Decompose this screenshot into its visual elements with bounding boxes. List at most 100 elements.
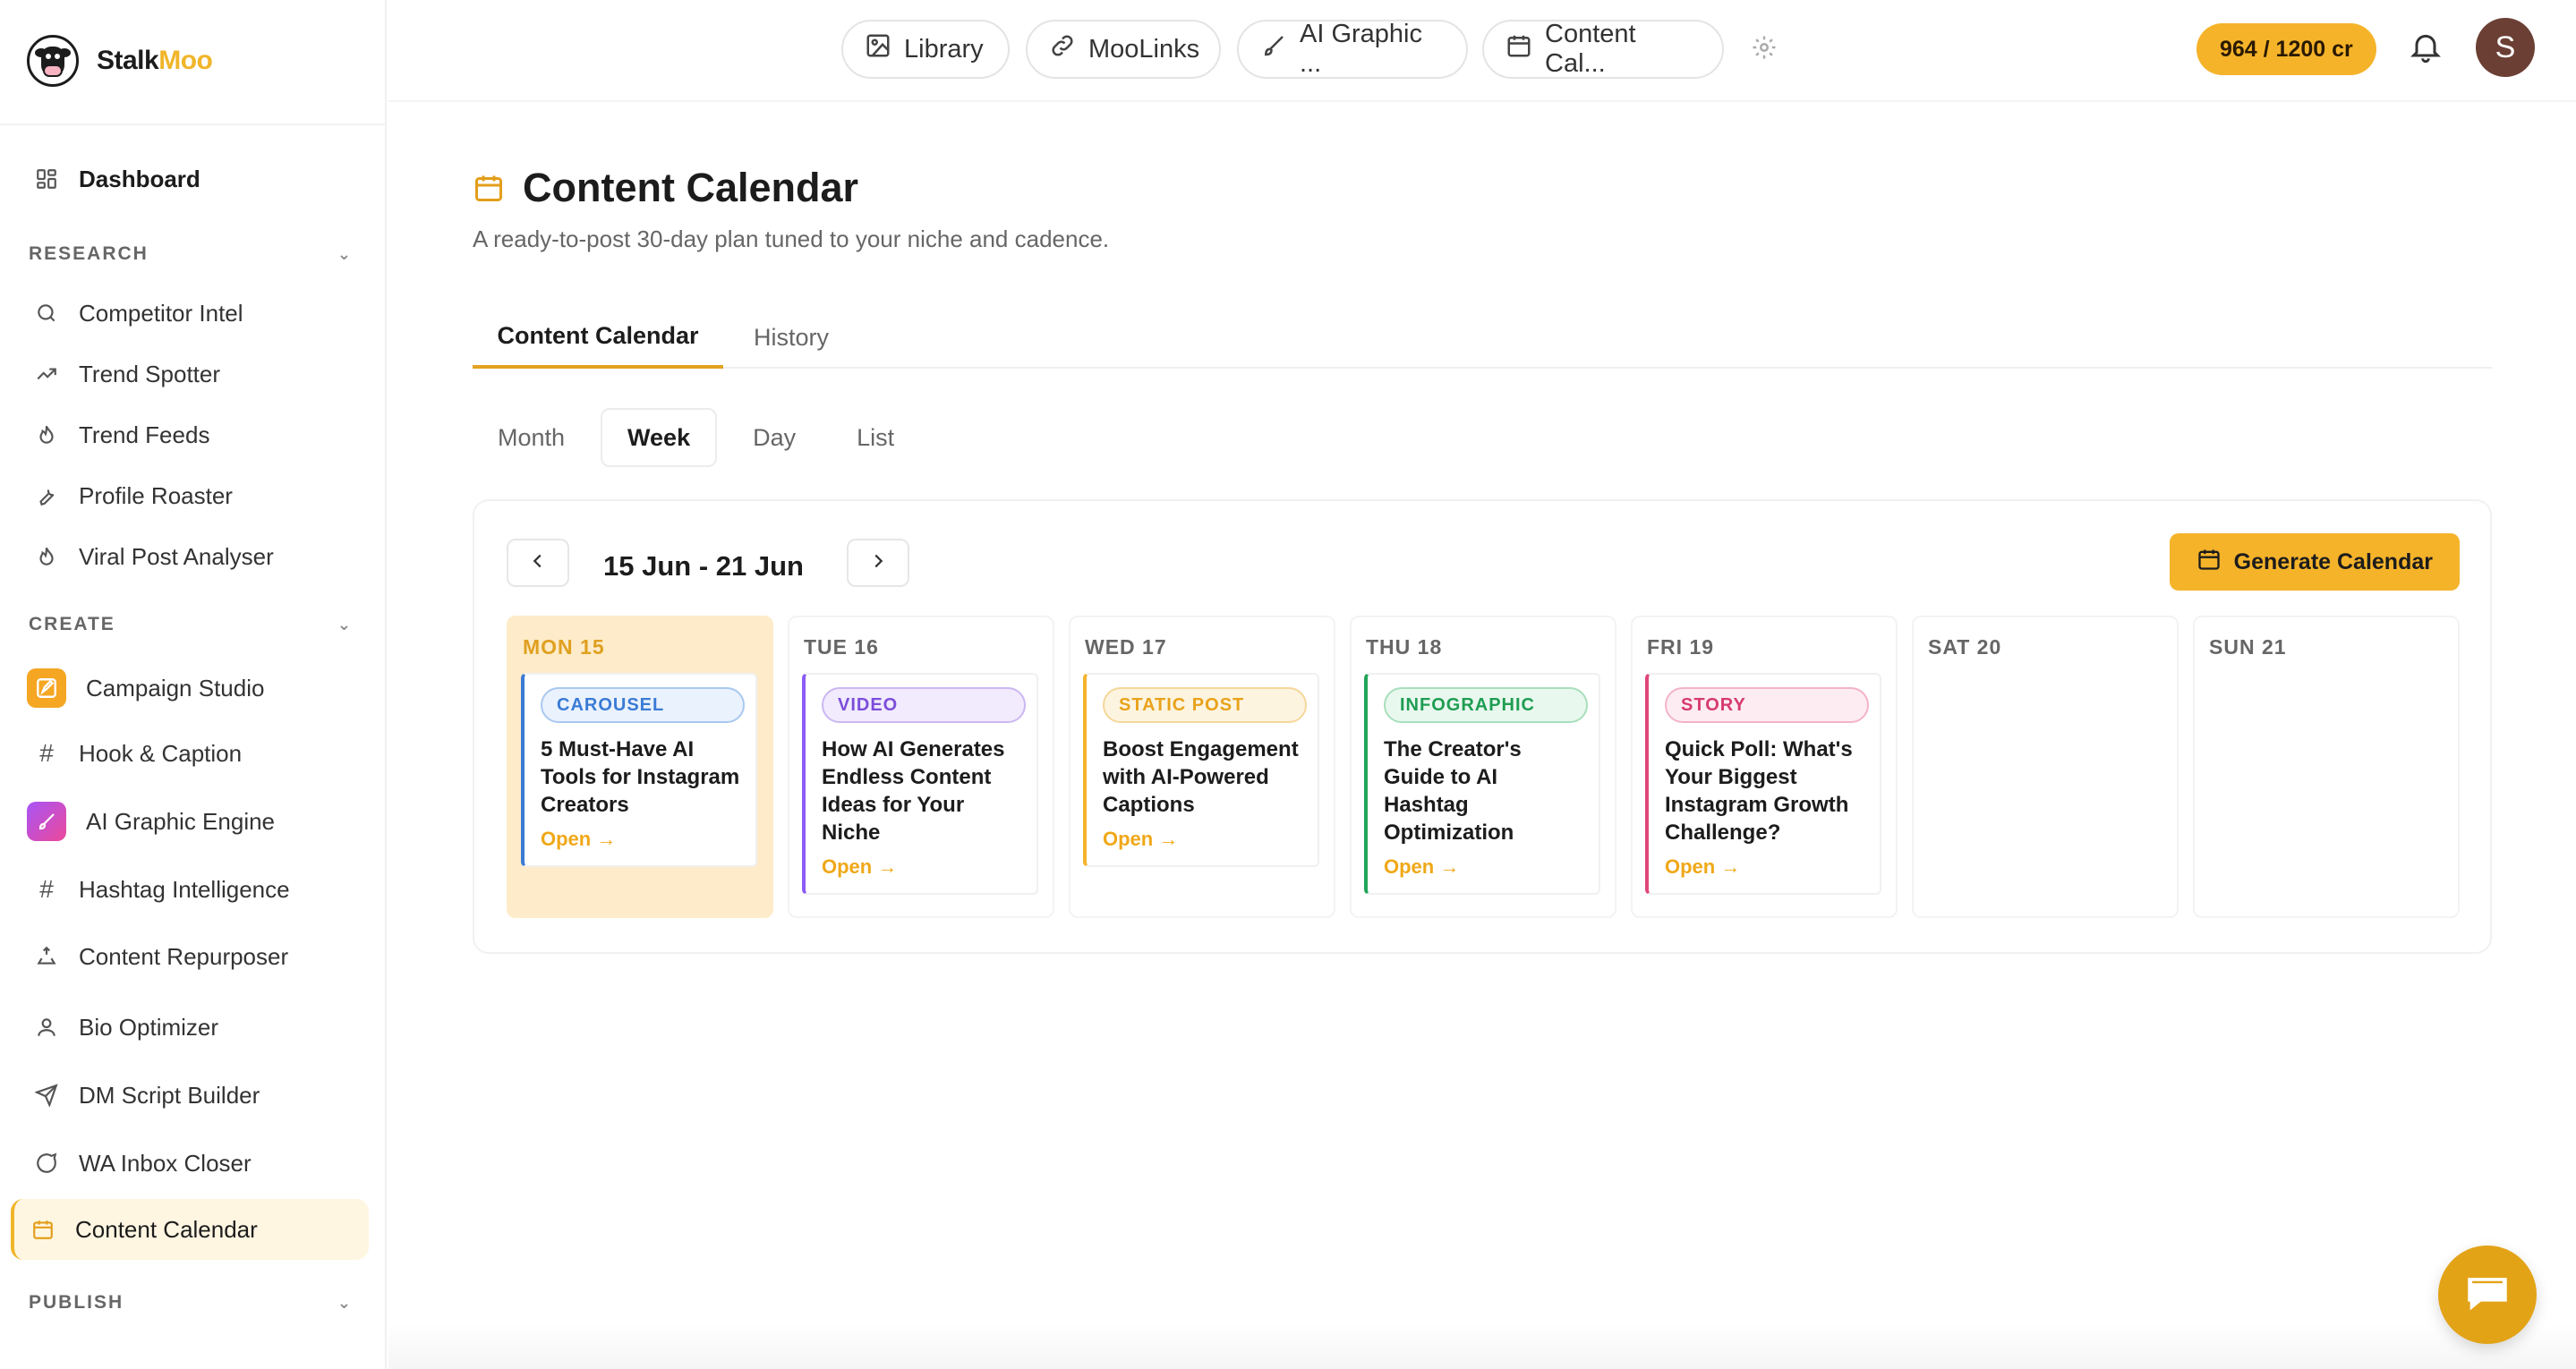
post-card[interactable]: CAROUSEL 5 Must-Have AI Tools for Instag…: [521, 673, 757, 867]
sidebar-item-label: Bio Optimizer: [79, 1013, 219, 1041]
brush-icon: [1260, 32, 1287, 66]
sidebar-item-content-calendar[interactable]: Content Calendar: [11, 1199, 369, 1260]
sidebar-item-label: AI Graphic Engine: [86, 807, 276, 835]
generate-calendar-button[interactable]: Generate Calendar: [2169, 533, 2460, 591]
sidebar-nav: Dashboard RESEARCH ⌄ Competitor Intel Tr…: [11, 149, 369, 1331]
sidebar-item-label: Content Calendar: [75, 1215, 258, 1243]
sidebar-item-hashtag-intelligence[interactable]: # Hashtag Intelligence: [11, 859, 369, 920]
flame-icon: [34, 544, 59, 569]
next-week-button[interactable]: [847, 539, 909, 587]
post-title: The Creator's Guide to AI Hashtag Optimi…: [1384, 737, 1522, 845]
brush-icon: [27, 802, 66, 841]
section-label: PUBLISH: [29, 1292, 124, 1313]
sidebar-item-trend-spotter[interactable]: Trend Spotter: [11, 344, 369, 404]
send-icon: [34, 1083, 59, 1108]
day-column-mon: MON 15 CAROUSEL 5 Must-Have AI Tools for…: [507, 616, 773, 918]
day-column-sun: SUN 21: [2193, 616, 2460, 918]
view-day[interactable]: Day: [728, 408, 821, 467]
view-month[interactable]: Month: [473, 408, 590, 467]
sidebar-item-ai-graphic-engine[interactable]: AI Graphic Engine: [11, 784, 369, 859]
sidebar-item-competitor-intel[interactable]: Competitor Intel: [11, 283, 369, 344]
avatar[interactable]: S: [2476, 18, 2535, 77]
recycle-icon: [34, 944, 59, 969]
image-icon: [865, 32, 891, 66]
open-link[interactable]: Open →: [1103, 828, 1305, 851]
sidebar-item-content-repurposer[interactable]: Content Repurposer: [11, 920, 369, 993]
date-range: 15 Jun - 21 Jun: [603, 550, 804, 582]
calendar-icon: [30, 1217, 55, 1242]
open-link[interactable]: Open →: [822, 855, 1024, 879]
chevron-down-icon: ⌄: [337, 615, 353, 633]
brand[interactable]: StalkMoo: [27, 34, 213, 88]
day-column-wed: WED 17 STATIC POST Boost Engagement with…: [1069, 616, 1335, 918]
chevron-left-icon: [528, 551, 548, 575]
post-card[interactable]: VIDEO How AI Generates Endless Content I…: [802, 673, 1038, 895]
pill-ai-graphic[interactable]: AI Graphic ...: [1237, 20, 1468, 79]
cow-logo-icon: [27, 35, 79, 87]
page-header: Content Calendar: [473, 165, 858, 211]
pill-label: Content Cal...: [1545, 20, 1636, 78]
open-link[interactable]: Open →: [541, 828, 743, 851]
tabs: Content Calendar History: [473, 306, 2492, 369]
pill-label: Library: [904, 34, 984, 64]
sidebar-item-dashboard[interactable]: Dashboard: [11, 149, 369, 209]
calendar-icon: [2196, 547, 2222, 578]
chevron-down-icon: ⌄: [337, 244, 353, 263]
tab-history[interactable]: History: [754, 306, 829, 369]
post-type-badge: VIDEO: [822, 687, 1026, 723]
edit-icon: [27, 668, 66, 708]
post-title: Boost Engagement with AI-Powered Caption…: [1103, 737, 1299, 817]
section-create-header[interactable]: CREATE ⌄: [11, 596, 369, 653]
section-publish-header[interactable]: PUBLISH ⌄: [11, 1274, 369, 1331]
view-week[interactable]: Week: [601, 408, 718, 467]
hash-icon: #: [39, 739, 54, 767]
open-link[interactable]: Open →: [1384, 855, 1586, 879]
day-label: MON 15: [523, 635, 605, 659]
search-icon: [34, 301, 59, 326]
open-link[interactable]: Open →: [1665, 855, 1867, 879]
pill-library[interactable]: Library: [841, 20, 1010, 79]
day-column-thu: THU 18 INFOGRAPHIC The Creator's Guide t…: [1350, 616, 1616, 918]
sidebar-item-hook-caption[interactable]: # Hook & Caption: [11, 723, 369, 784]
day-label: FRI 19: [1647, 635, 1715, 659]
pill-content-calendar[interactable]: Content Cal...: [1482, 20, 1724, 79]
bell-icon[interactable]: [2408, 29, 2447, 68]
pill-moolinks[interactable]: MooLinks: [1026, 20, 1221, 79]
sidebar-item-profile-roaster[interactable]: Profile Roaster: [11, 465, 369, 526]
flame-icon: [34, 422, 59, 447]
post-card[interactable]: STORY Quick Poll: What's Your Biggest In…: [1645, 673, 1881, 895]
generate-label: Generate Calendar: [2233, 548, 2433, 574]
sidebar-item-label: Campaign Studio: [86, 674, 265, 702]
post-type-badge: INFOGRAPHIC: [1384, 687, 1588, 723]
sidebar-item-bio-optimizer[interactable]: Bio Optimizer: [11, 993, 369, 1061]
dashboard-icon: [34, 166, 59, 191]
calendar-card: 15 Jun - 21 Jun Generate Calendar MON 15…: [473, 499, 2492, 954]
post-card[interactable]: INFOGRAPHIC The Creator's Guide to AI Ha…: [1364, 673, 1600, 895]
sidebar-item-viral-post-analyser[interactable]: Viral Post Analyser: [11, 526, 369, 587]
chat-button[interactable]: [2438, 1246, 2537, 1344]
sidebar-item-label: Viral Post Analyser: [79, 542, 274, 570]
sidebar-item-campaign-studio[interactable]: Campaign Studio: [11, 653, 369, 723]
sidebar-item-label: Hook & Caption: [79, 739, 243, 767]
topbar: Library MooLinks AI Graphic ... Content …: [388, 0, 2576, 102]
gear-icon[interactable]: [1751, 34, 1779, 63]
view-list[interactable]: List: [832, 408, 919, 467]
view-switcher: Month Week Day List: [473, 408, 919, 467]
section-research-header[interactable]: RESEARCH ⌄: [11, 225, 369, 283]
sidebar-item-label: WA Inbox Closer: [79, 1149, 252, 1177]
day-column-tue: TUE 16 VIDEO How AI Generates Endless Co…: [788, 616, 1054, 918]
section-label: CREATE: [29, 614, 115, 634]
sidebar-item-trend-feeds[interactable]: Trend Feeds: [11, 404, 369, 465]
day-label: THU 18: [1366, 635, 1443, 659]
sidebar-item-wa-inbox-closer[interactable]: WA Inbox Closer: [11, 1129, 369, 1197]
trending-up-icon: [34, 361, 59, 387]
post-card[interactable]: STATIC POST Boost Engagement with AI-Pow…: [1083, 673, 1319, 867]
post-title: Quick Poll: What's Your Biggest Instagra…: [1665, 737, 1853, 845]
credits-badge[interactable]: 964 / 1200 cr: [2196, 23, 2376, 75]
prev-week-button[interactable]: [507, 539, 569, 587]
calendar-icon: [473, 172, 505, 204]
tab-content-calendar[interactable]: Content Calendar: [473, 306, 723, 369]
sidebar-item-dm-script-builder[interactable]: DM Script Builder: [11, 1061, 369, 1129]
sidebar-item-label: Profile Roaster: [79, 481, 233, 509]
wrench-icon: [34, 483, 59, 508]
